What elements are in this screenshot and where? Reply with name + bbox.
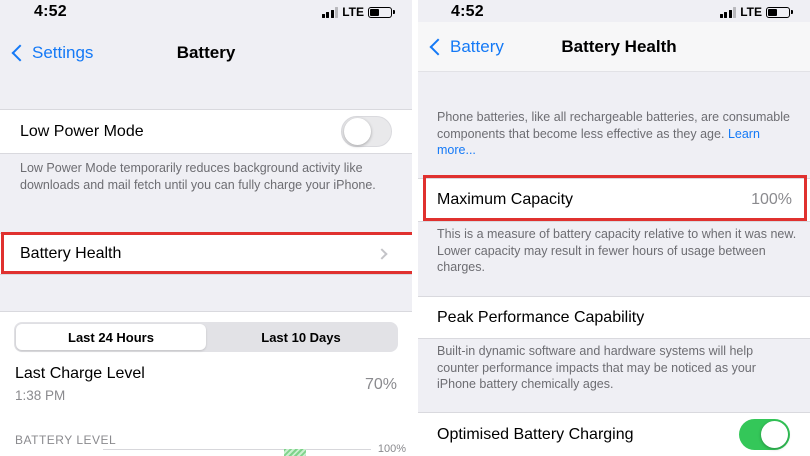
peak-performance-footer: Built-in dynamic software and hardware s…: [437, 344, 756, 391]
battery-health-label: Battery Health: [20, 245, 122, 262]
battery-level-caption: BATTERY LEVEL: [15, 433, 117, 447]
network-type: LTE: [740, 5, 762, 19]
segment-last-24-hours[interactable]: Last 24 Hours: [16, 324, 206, 350]
optimised-charging-toggle[interactable]: [739, 419, 790, 450]
cellular-signal-icon: [321, 6, 339, 18]
battery-health-screen: 4:52 LTE Battery Battery Health Phone ba…: [418, 0, 810, 456]
last-charge-time: 1:38 PM: [15, 388, 66, 403]
page-title: Battery: [176, 43, 236, 62]
status-indicators: LTE: [719, 5, 793, 19]
last-charge-value: 70%: [364, 376, 397, 393]
cellular-signal-icon: [719, 6, 737, 18]
battery-icon: [766, 6, 793, 18]
battery-health-row[interactable]: Battery Health: [0, 233, 412, 275]
last-charge-level-label: Last Charge Level: [15, 365, 145, 382]
battery-settings-screen: 4:52 LTE Settings Battery Low Power Mode…: [0, 0, 412, 456]
time-range-selector: Last 24 Hours Last 10 Days: [14, 322, 398, 352]
low-power-mode-row: Low Power Mode: [0, 109, 412, 154]
status-bar: 4:52 LTE: [0, 0, 412, 24]
battery-health-intro: Phone batteries, like all rechargeable b…: [437, 109, 793, 159]
battery-level-bar: [284, 449, 306, 456]
maximum-capacity-row: Maximum Capacity 100%: [418, 178, 810, 222]
maximum-capacity-value: 100%: [751, 191, 792, 208]
peak-performance-row: Peak Performance Capability: [418, 296, 810, 339]
optimised-charging-label: Optimised Battery Charging: [437, 425, 634, 443]
status-time: 4:52: [34, 3, 67, 20]
maximum-capacity-footer: This is a measure of battery capacity re…: [437, 227, 797, 274]
low-power-mode-label: Low Power Mode: [20, 122, 144, 140]
segment-last-10-days[interactable]: Last 10 Days: [206, 324, 396, 350]
status-bar: 4:52 LTE: [418, 0, 810, 24]
battery-level-gridline: [103, 449, 371, 450]
status-time: 4:52: [451, 3, 484, 20]
battery-icon: [368, 6, 395, 18]
page-title: Battery Health: [561, 36, 677, 56]
battery-level-axis-max: 100%: [377, 443, 406, 455]
network-type: LTE: [342, 5, 364, 19]
status-indicators: LTE: [321, 5, 395, 19]
maximum-capacity-label: Maximum Capacity: [437, 191, 574, 208]
chevron-right-icon: [376, 248, 388, 260]
navigation-bar: Settings Battery: [0, 28, 412, 78]
peak-performance-label: Peak Performance Capability: [437, 308, 645, 326]
low-power-mode-footer: Low Power Mode temporarily reduces backg…: [20, 161, 376, 192]
navigation-bar: Battery Battery Health: [418, 22, 810, 72]
low-power-mode-toggle[interactable]: [341, 116, 392, 147]
optimised-charging-row: Optimised Battery Charging: [418, 412, 810, 456]
